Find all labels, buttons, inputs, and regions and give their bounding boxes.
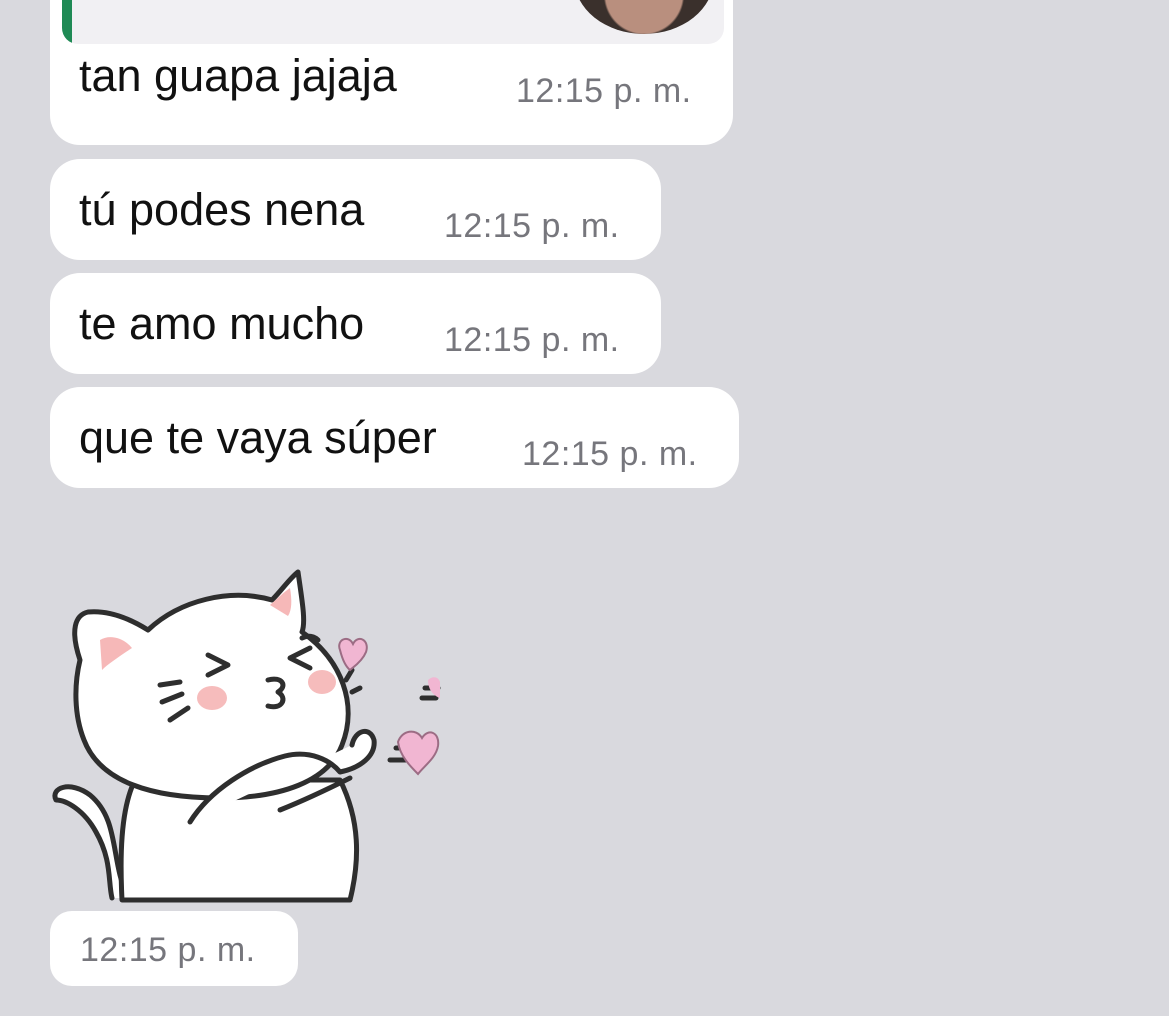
- message-text: te amo mucho: [79, 298, 365, 349]
- message-text: que te vaya súper: [79, 412, 437, 463]
- message-text: tan guapa jajaja: [79, 50, 397, 101]
- cat-blowing-kiss-sticker-icon[interactable]: [40, 560, 450, 905]
- quote-accent-bar: [62, 0, 72, 44]
- quoted-reply[interactable]: [62, 0, 724, 44]
- message-bubble[interactable]: tan guapa jajaja 12:15 p. m.: [50, 0, 733, 145]
- message-bubble[interactable]: tú podes nena 12:15 p. m.: [50, 159, 661, 260]
- message-timestamp: 12:15 p. m.: [444, 207, 620, 245]
- sticker-timestamp-chip: 12:15 p. m.: [50, 911, 298, 986]
- message-timestamp: 12:15 p. m.: [522, 435, 698, 473]
- message-text: tú podes nena: [79, 184, 365, 235]
- message-timestamp: 12:15 p. m.: [516, 72, 692, 110]
- message-timestamp: 12:15 p. m.: [80, 931, 256, 969]
- message-timestamp: 12:15 p. m.: [444, 321, 620, 359]
- quoted-photo-thumbnail[interactable]: [574, 0, 714, 34]
- message-bubble[interactable]: que te vaya súper 12:15 p. m.: [50, 387, 739, 488]
- message-bubble[interactable]: te amo mucho 12:15 p. m.: [50, 273, 661, 374]
